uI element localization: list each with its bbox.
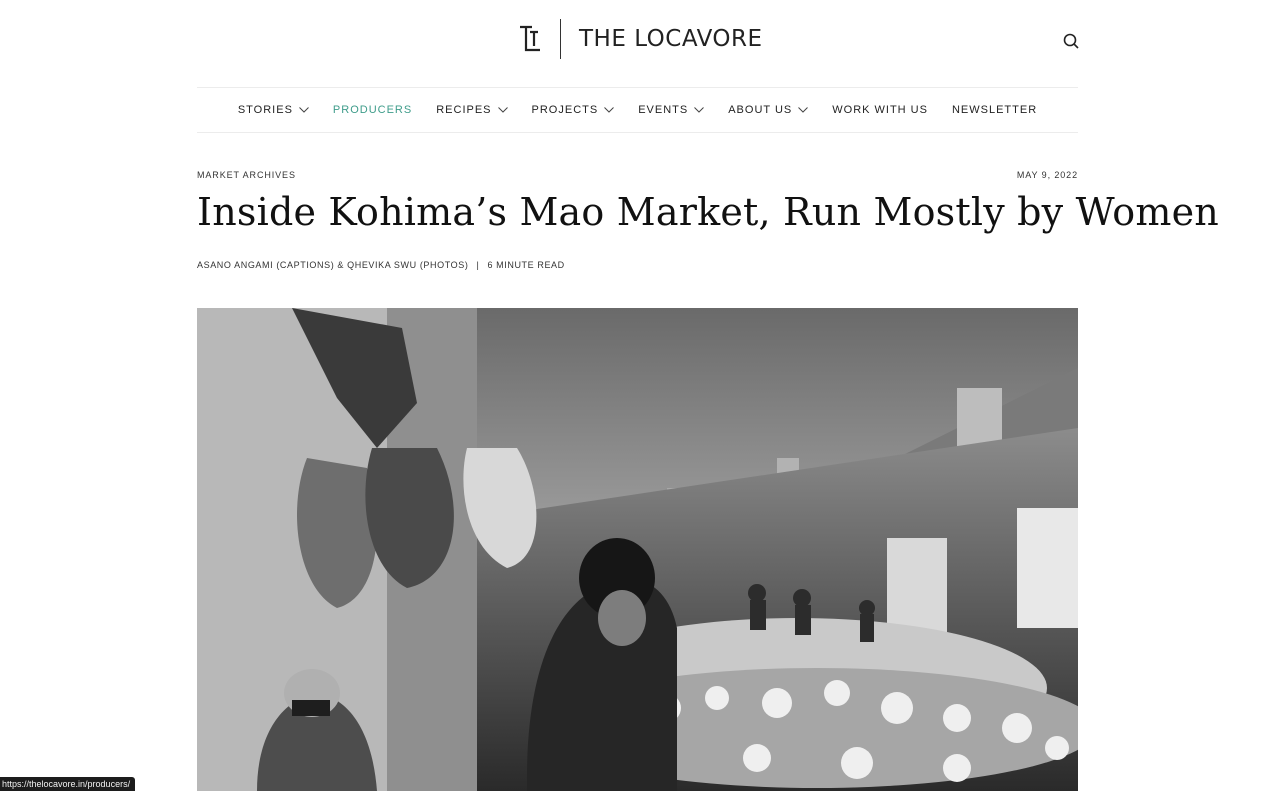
- market-photo: [197, 308, 1078, 791]
- article-authors[interactable]: ASANO ANGAMI (CAPTIONS) & QHEVIKA SWU (P…: [197, 260, 468, 270]
- main-nav: STORIES PRODUCERS RECIPES PROJECTS EVENTS ABO…: [197, 87, 1078, 133]
- article-category[interactable]: MARKET ARCHIVES: [197, 170, 296, 180]
- nav-item-label: PRODUCERS: [332, 104, 413, 116]
- nav-item-stories[interactable]: STORIES: [238, 104, 309, 116]
- chevron-down-icon: [798, 107, 809, 113]
- chevron-down-icon: [604, 107, 615, 113]
- article-read-time: 6 MINUTE READ: [487, 260, 565, 270]
- brand-name: THE LOCAVORE: [579, 26, 763, 52]
- nav-item-label: STORIES: [237, 104, 293, 116]
- nav-item-events[interactable]: EVENTS: [638, 104, 705, 116]
- chevron-down-icon: [299, 107, 309, 113]
- search-icon: [1063, 33, 1079, 49]
- article-title: Inside Kohima’s Mao Market, Run Mostly b…: [197, 190, 1219, 234]
- nav-item-recipes[interactable]: RECIPES: [436, 104, 508, 116]
- nav-item-label: EVENTS: [638, 104, 689, 116]
- nav-item-producers[interactable]: PRODUCERS: [333, 104, 412, 116]
- site-logo[interactable]: THE LOCAVORE: [518, 18, 763, 60]
- nav-item-work-with-us[interactable]: WORK WITH US: [832, 104, 928, 116]
- article-byline: ASANO ANGAMI (CAPTIONS) & QHEVIKA SWU (P…: [197, 260, 565, 270]
- nav-item-label: WORK WITH US: [832, 104, 928, 116]
- article-date: MAY 9, 2022: [1016, 170, 1078, 180]
- logo-divider: [560, 19, 561, 59]
- nav-item-label: ABOUT US: [728, 104, 793, 116]
- byline-separator: |: [476, 260, 480, 270]
- nav-item-newsletter[interactable]: NEWSLETTER: [952, 104, 1037, 116]
- nav-item-label: PROJECTS: [531, 104, 599, 116]
- nav-item-about-us[interactable]: ABOUT US: [728, 104, 809, 116]
- status-bar-url: https://thelocavore.in/producers/: [0, 777, 136, 791]
- chevron-down-icon: [497, 107, 508, 113]
- chevron-down-icon: [694, 107, 705, 113]
- search-button[interactable]: [1060, 30, 1082, 52]
- logo-mark-icon: [520, 25, 540, 52]
- hero-image: [197, 308, 1078, 791]
- nav-item-label: RECIPES: [436, 104, 492, 116]
- nav-item-label: NEWSLETTER: [951, 104, 1038, 116]
- site-header: THE LOCAVORE: [0, 0, 1280, 86]
- nav-item-projects[interactable]: PROJECTS: [532, 104, 615, 116]
